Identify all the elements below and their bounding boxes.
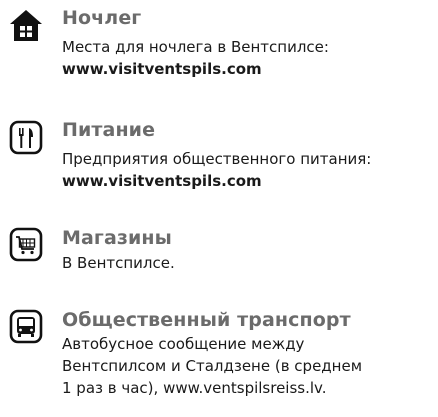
section-description: Места для ночлега в Вентспилсе: xyxy=(62,38,329,56)
section-title: Ночлег xyxy=(62,7,142,29)
section-title: Магазины xyxy=(62,227,172,249)
bus-icon xyxy=(8,309,44,345)
section-title: Питание xyxy=(62,119,156,141)
fork-knife-icon xyxy=(8,120,44,156)
website-link[interactable]: www.visitventspils.com xyxy=(62,58,262,80)
house-icon xyxy=(8,8,44,44)
shopping-cart-icon xyxy=(8,227,44,263)
section-description: Предприятия общественного питания: xyxy=(62,150,372,168)
section-description: В Вентспилсе. xyxy=(62,254,175,272)
section-description-line: 1 раз в час), www.ventspilsreiss.lv. xyxy=(62,379,327,397)
website-link[interactable]: www.visitventspils.com xyxy=(62,170,262,192)
section-title: Общественный транспорт xyxy=(62,309,351,331)
section-description-line: Вентспилсом и Сталдзене (в среднем xyxy=(62,357,363,375)
section-description-line: Автобусное сообщение между xyxy=(62,335,305,353)
